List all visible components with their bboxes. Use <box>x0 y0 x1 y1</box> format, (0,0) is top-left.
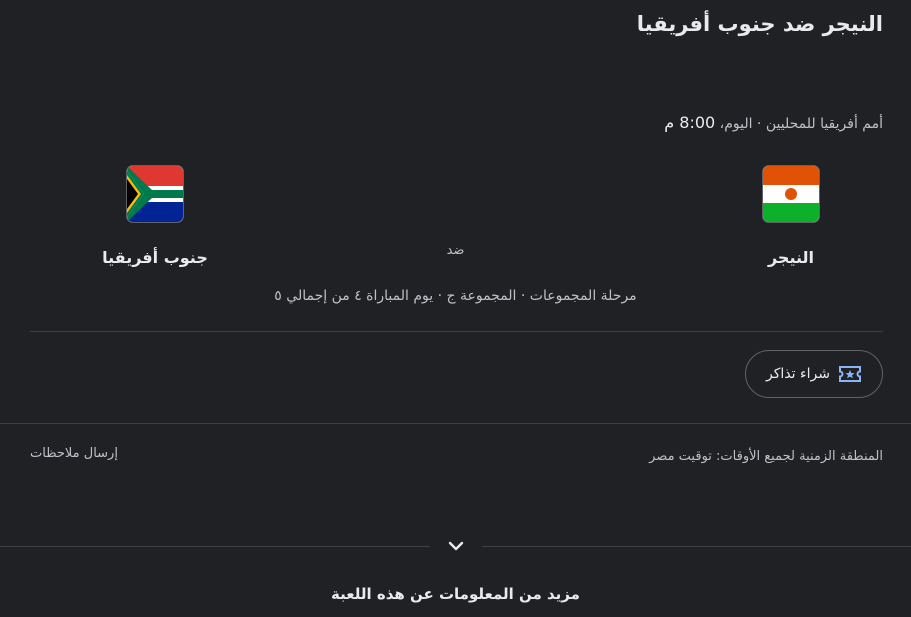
meta-separator: · <box>752 116 762 132</box>
match-stage: مرحلة المجموعات · المجموعة ج · يوم المبا… <box>274 288 637 304</box>
match-card: النيجر ضد جنوب أفريقيا أمم أفريقيا للمحل… <box>0 0 911 617</box>
versus-label: ضد <box>446 243 465 258</box>
niger-flag-icon <box>763 166 819 222</box>
timezone-note: المنطقة الزمنية لجميع الأوقات: توقيت مصر <box>649 449 883 464</box>
buy-tickets-label: شراء تذاكر <box>766 366 830 382</box>
south-africa-flag-icon <box>127 166 183 222</box>
match-title: النيجر ضد جنوب أفريقيا <box>636 12 883 36</box>
match-day: اليوم، <box>719 116 753 132</box>
more-info-link[interactable]: مزيد من المعلومات عن هذه اللعبة <box>0 585 911 603</box>
expand-button[interactable] <box>430 530 482 564</box>
buy-tickets-button[interactable]: شراء تذاكر <box>745 350 883 398</box>
send-feedback-link[interactable]: إرسال ملاحظات <box>30 446 118 461</box>
ticket-icon <box>838 364 862 384</box>
divider <box>30 331 883 332</box>
chevron-down-icon <box>446 538 466 557</box>
match-time: 8:00 م <box>664 113 716 132</box>
competition-name: أمم أفريقيا للمحليين <box>765 116 883 132</box>
match-meta: أمم أفريقيا للمحليين · اليوم، 8:00 م <box>664 113 883 132</box>
divider <box>0 423 911 424</box>
